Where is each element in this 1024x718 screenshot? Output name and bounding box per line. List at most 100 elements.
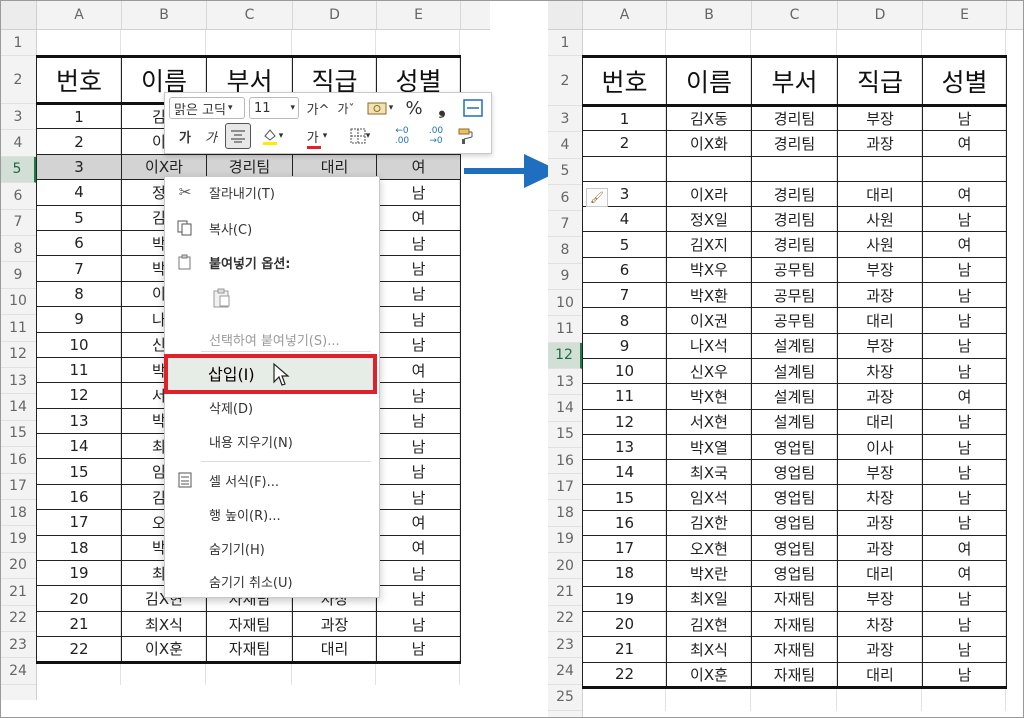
table-cell[interactable]: 5	[36, 204, 122, 231]
menu-item-copy[interactable]: 복사(C)	[165, 213, 379, 243]
table-cell[interactable]: 12	[582, 408, 667, 435]
column-header-a[interactable]: A	[583, 0, 667, 29]
table-cell[interactable]: 여	[376, 204, 461, 231]
table-cell[interactable]: 영업팀	[751, 459, 838, 486]
table-cell[interactable]: 정X일	[666, 206, 752, 233]
table-cell[interactable]: 사원	[837, 206, 923, 233]
table-cell[interactable]: 부장	[837, 332, 923, 359]
row-header-14[interactable]: 14	[0, 394, 36, 421]
table-cell[interactable]: 11	[36, 356, 122, 384]
table-cell[interactable]: 남	[922, 661, 1007, 689]
table-cell[interactable]: 남	[376, 306, 461, 333]
font-color-button[interactable]: 가 ▾	[299, 125, 335, 149]
table-cell[interactable]: 2	[582, 130, 667, 157]
bold-button[interactable]: 가	[173, 125, 197, 147]
table-cell[interactable]: 이X훈	[666, 661, 752, 689]
table-cell[interactable]: 경리팀	[751, 180, 838, 208]
column-header-c[interactable]: C	[752, 0, 838, 29]
menu-item-clear-contents[interactable]: 내용 지우기(N)	[165, 426, 379, 456]
table-cell[interactable]: 과장	[837, 636, 923, 663]
table-cell[interactable]: 자재팀	[206, 610, 293, 638]
table-cell[interactable]: 18	[36, 534, 122, 562]
table-cell[interactable]: 6	[36, 229, 122, 257]
table-cell[interactable]: 10	[36, 331, 122, 358]
table-cell[interactable]: 공무팀	[751, 282, 838, 309]
table-cell[interactable]: 과장	[292, 610, 377, 638]
row-header-12[interactable]: 12	[0, 342, 36, 368]
table-cell[interactable]: 박X현	[666, 383, 752, 410]
table-cell[interactable]: 차장	[837, 357, 923, 385]
table-cell[interactable]: 최X일	[666, 585, 752, 612]
table-cell[interactable]: 남	[922, 206, 1007, 233]
table-cell[interactable]: 남	[376, 382, 461, 409]
row-header-22[interactable]: 22	[0, 606, 36, 632]
table-cell[interactable]: 최X식	[666, 636, 752, 663]
table-cell[interactable]: 남	[922, 484, 1007, 511]
fill-color-icon[interactable]: ▾	[255, 125, 289, 147]
table-cell[interactable]: 과장	[837, 383, 923, 410]
row-header-21[interactable]: 21	[0, 579, 36, 606]
table-cell[interactable]: 영업팀	[751, 509, 838, 537]
row-header-13[interactable]: 13	[0, 368, 36, 395]
table-cell[interactable]: 임X석	[666, 484, 752, 511]
column-header-e[interactable]: E	[377, 0, 461, 29]
header-cell[interactable]: 번호	[36, 55, 122, 105]
table-cell[interactable]: 여	[922, 231, 1007, 258]
table-cell[interactable]: 여	[922, 130, 1007, 157]
table-cell[interactable]: 9	[36, 306, 122, 333]
font-name-box[interactable]: 맑은 고딕 ▾	[169, 97, 245, 119]
table-cell[interactable]: 자재팀	[751, 585, 838, 612]
table-cell[interactable]: 1	[582, 104, 667, 132]
table-cell[interactable]: 영업팀	[751, 484, 838, 511]
table-cell[interactable]: 남	[376, 585, 461, 612]
table-cell[interactable]: 박X란	[666, 560, 752, 587]
table-cell[interactable]: 22	[36, 636, 122, 664]
table-cell[interactable]: 7	[582, 282, 667, 309]
row-header-10[interactable]: 10	[548, 290, 582, 317]
table-cell[interactable]: 설계팀	[751, 357, 838, 385]
table-cell[interactable]: 김X동	[666, 104, 752, 132]
table-cell[interactable]: 대리	[837, 661, 923, 689]
table-cell[interactable]: 13	[582, 433, 667, 461]
header-cell[interactable]: 이름	[666, 55, 752, 107]
font-size-box[interactable]: 11 ▾	[249, 97, 299, 119]
column-header-a[interactable]: A	[37, 0, 122, 29]
table-cell[interactable]: 경리팀	[751, 206, 838, 233]
row-header-4[interactable]: 4	[0, 130, 36, 157]
table-cell[interactable]: 남	[376, 229, 461, 257]
menu-item-row-height[interactable]: 행 높이(R)...	[165, 499, 379, 529]
table-cell[interactable]: 공무팀	[751, 256, 838, 284]
row-header-16[interactable]: 16	[548, 448, 582, 475]
row-header-10[interactable]: 10	[0, 289, 36, 316]
table-cell[interactable]: 남	[376, 407, 461, 435]
table-cell[interactable]	[582, 155, 667, 182]
table-cell[interactable]: 여	[376, 356, 461, 384]
table-cell[interactable]: 1	[36, 102, 122, 130]
row-header-24[interactable]: 24	[548, 658, 582, 685]
table-cell[interactable]: 이X라	[666, 180, 752, 208]
increase-decimal-button[interactable]: ←0 .00	[387, 125, 417, 147]
table-cell[interactable]: 영업팀	[751, 535, 838, 562]
table-cell[interactable]: 최X국	[666, 459, 752, 486]
merge-center-icon[interactable]	[461, 97, 485, 119]
table-cell[interactable]: 여	[376, 534, 461, 562]
table-cell[interactable]: 이X훈	[121, 636, 207, 664]
table-cell[interactable]: 대리	[292, 636, 377, 664]
table-cell[interactable]: 김X지	[666, 231, 752, 258]
percent-style-button[interactable]: %	[403, 97, 425, 119]
menu-item-hide[interactable]: 숨기기(H)	[165, 533, 379, 563]
table-cell[interactable]: 과장	[837, 535, 923, 562]
menu-item-delete[interactable]: 삭제(D)	[165, 392, 379, 422]
table-cell[interactable]: 대리	[837, 307, 923, 334]
row-header-5[interactable]: 5	[548, 159, 582, 185]
table-cell[interactable]: 4	[582, 206, 667, 233]
table-cell[interactable]: 부장	[837, 459, 923, 486]
format-painter-icon[interactable]	[453, 125, 479, 147]
row-header-22[interactable]: 22	[548, 606, 582, 632]
table-cell[interactable]: 자재팀	[751, 661, 838, 689]
table-cell[interactable]	[922, 155, 1007, 182]
table-cell[interactable]: 남	[376, 331, 461, 358]
table-cell[interactable]: 19	[36, 560, 122, 587]
row-header-18[interactable]: 18	[548, 501, 582, 527]
table-cell[interactable]: 부장	[837, 256, 923, 284]
